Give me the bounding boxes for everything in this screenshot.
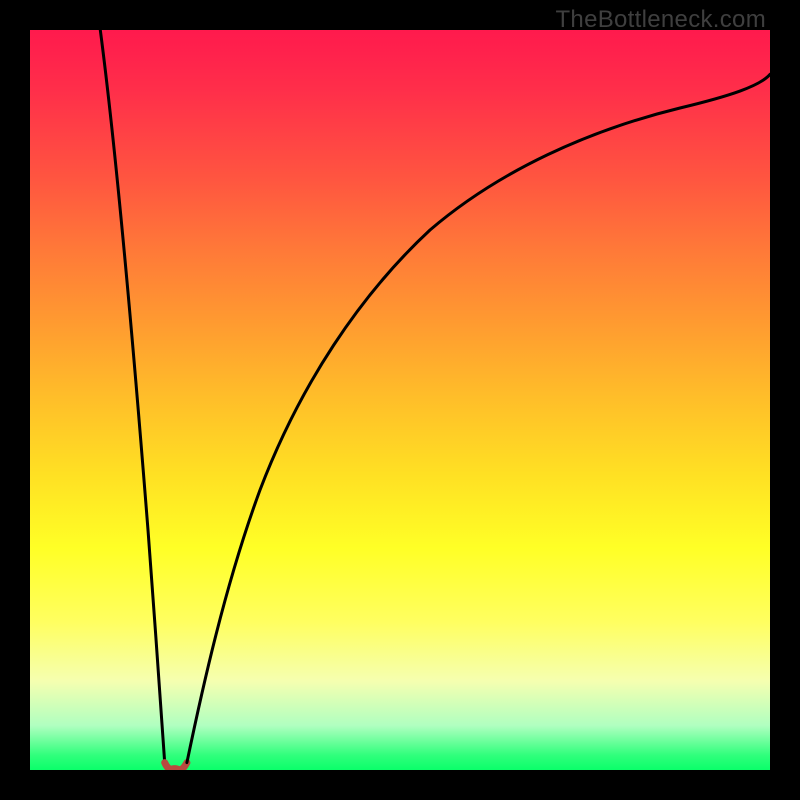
curve-valley-marker	[165, 763, 187, 770]
plot-area	[30, 30, 770, 770]
curve-left-branch	[100, 30, 164, 763]
bottleneck-curve	[30, 30, 770, 770]
watermark-text: TheBottleneck.com	[555, 6, 766, 34]
chart-frame: TheBottleneck.com	[0, 0, 800, 800]
curve-right-branch	[187, 74, 770, 762]
